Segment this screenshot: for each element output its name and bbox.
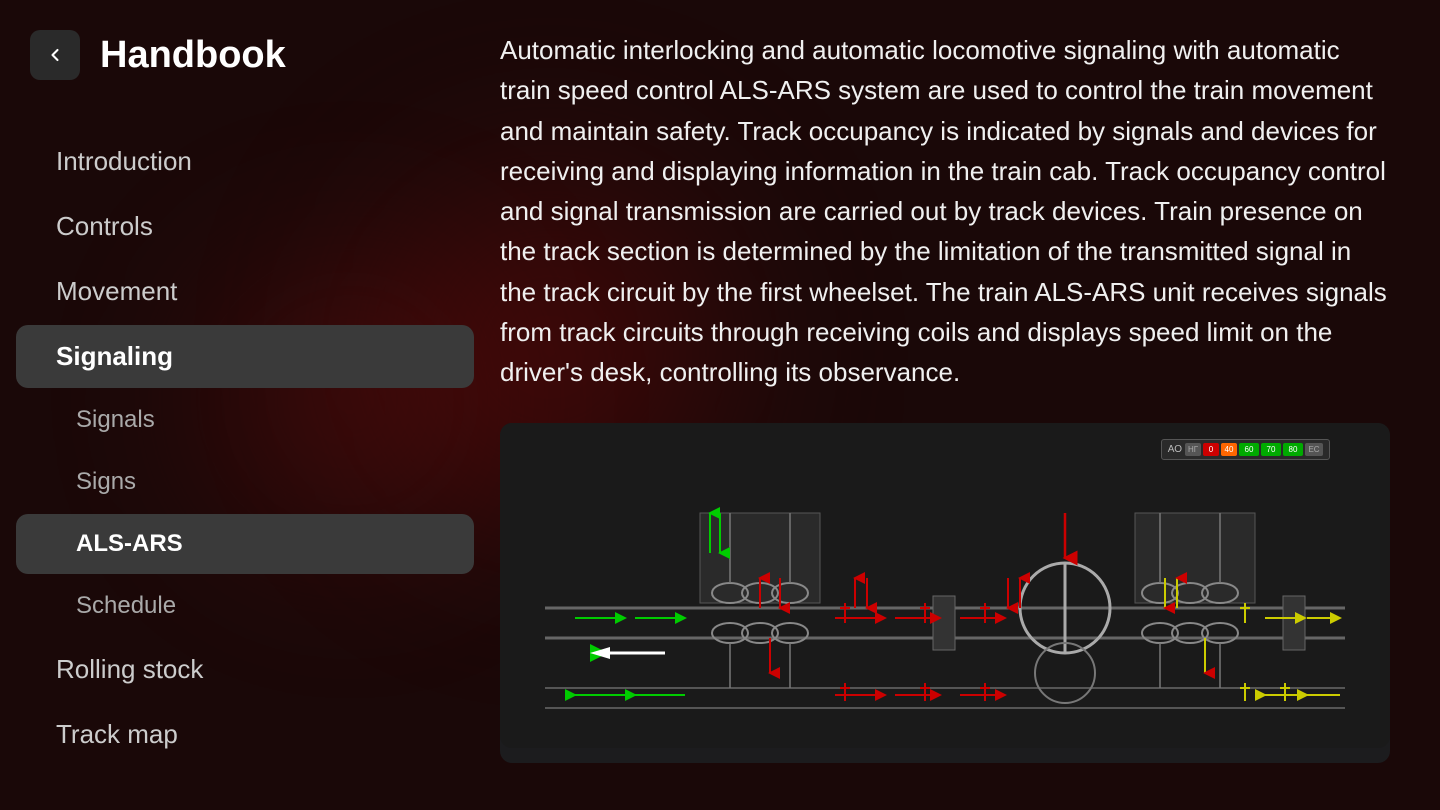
sidebar-item-signaling[interactable]: Signaling: [16, 325, 474, 388]
sidebar-item-introduction[interactable]: Introduction: [16, 130, 474, 193]
speed-40: 40: [1221, 443, 1237, 456]
speed-80: 80: [1283, 443, 1303, 456]
main-content: Automatic interlocking and automatic loc…: [490, 0, 1440, 810]
speed-es: ЕС: [1305, 443, 1323, 456]
sidebar: Handbook Introduction Controls Movement …: [0, 0, 490, 810]
diagram-container: АО НГ 0 40 60 70 80 ЕС: [500, 423, 1390, 763]
sidebar-item-signs[interactable]: Signs: [16, 452, 474, 512]
sidebar-item-movement[interactable]: Movement: [16, 260, 474, 323]
als-label: АО: [1168, 444, 1182, 455]
sidebar-header: Handbook: [0, 30, 490, 80]
speed-ng: НГ: [1185, 443, 1201, 456]
speed-0: 0: [1203, 443, 1219, 456]
sidebar-title: Handbook: [100, 34, 286, 77]
track-diagram: [500, 423, 1390, 743]
sidebar-item-track-map[interactable]: Track map: [16, 703, 474, 766]
content-text: Automatic interlocking and automatic loc…: [500, 30, 1390, 393]
sidebar-item-rolling-stock[interactable]: Rolling stock: [16, 638, 474, 701]
sidebar-item-controls[interactable]: Controls: [16, 195, 474, 258]
sidebar-item-signals[interactable]: Signals: [16, 390, 474, 450]
sidebar-item-schedule[interactable]: Schedule: [16, 576, 474, 636]
speed-60: 60: [1239, 443, 1259, 456]
back-button[interactable]: [30, 30, 80, 80]
speed-indicator: НГ 0 40 60 70 80 ЕС: [1185, 443, 1323, 456]
speed-70: 70: [1261, 443, 1281, 456]
sidebar-nav: Introduction Controls Movement Signaling…: [0, 130, 490, 766]
sidebar-item-als-ars[interactable]: ALS-ARS: [16, 514, 474, 574]
